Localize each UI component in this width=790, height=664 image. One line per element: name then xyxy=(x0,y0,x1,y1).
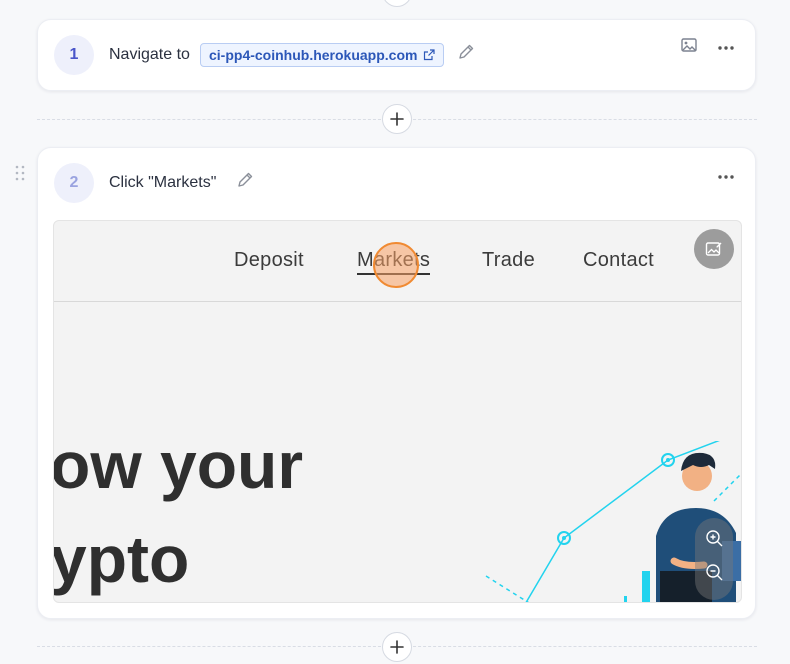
nav-trade: Trade xyxy=(482,249,536,271)
edit-step-button[interactable] xyxy=(235,170,255,190)
nav-divider xyxy=(54,301,741,302)
step-number: 2 xyxy=(54,163,94,203)
image-edit-icon xyxy=(705,242,722,256)
drag-handle-icon[interactable] xyxy=(15,165,25,181)
plus-icon xyxy=(390,640,404,654)
zoom-in-icon[interactable] xyxy=(704,528,724,548)
image-icon xyxy=(681,38,697,52)
add-step-button[interactable] xyxy=(382,632,412,662)
url-text: ci-pp4-coinhub.herokuapp.com xyxy=(209,47,418,63)
edit-step-button[interactable] xyxy=(456,42,476,62)
add-step-button-top[interactable] xyxy=(382,0,412,7)
more-horizontal-icon xyxy=(718,46,734,50)
pencil-icon xyxy=(459,44,474,59)
hero-heading-line-2: ypto xyxy=(53,522,190,596)
step-description: Navigate to xyxy=(109,46,190,63)
add-step-button[interactable] xyxy=(382,104,412,134)
zoom-control xyxy=(695,518,733,600)
edit-screenshot-button[interactable] xyxy=(694,229,734,269)
zoom-out-icon[interactable] xyxy=(704,562,724,582)
step-description: Click "Markets" xyxy=(109,174,217,191)
external-link-icon xyxy=(424,49,436,61)
url-link[interactable]: ci-pp4-coinhub.herokuapp.com xyxy=(200,43,445,67)
image-button[interactable] xyxy=(679,35,699,55)
nav-deposit: Deposit xyxy=(234,249,304,271)
more-options-button[interactable] xyxy=(716,167,736,187)
more-options-button[interactable] xyxy=(716,38,736,58)
pencil-icon xyxy=(238,172,253,187)
nav-contact: Contact xyxy=(583,249,655,271)
step-screenshot[interactable]: Deposit Markets Trade Contact ow your yp… xyxy=(53,220,742,603)
step-number: 1 xyxy=(54,35,94,75)
step-card-1: 1 Navigate to ci-pp4-coinhub.herokuapp.c… xyxy=(37,19,756,91)
hero-heading-line-1: ow your xyxy=(53,428,304,502)
plus-icon xyxy=(390,112,404,126)
step-card-2: 2 Click "Markets" Deposit Markets Trade … xyxy=(37,147,756,619)
click-target-marker xyxy=(373,242,419,288)
more-horizontal-icon xyxy=(718,175,734,179)
